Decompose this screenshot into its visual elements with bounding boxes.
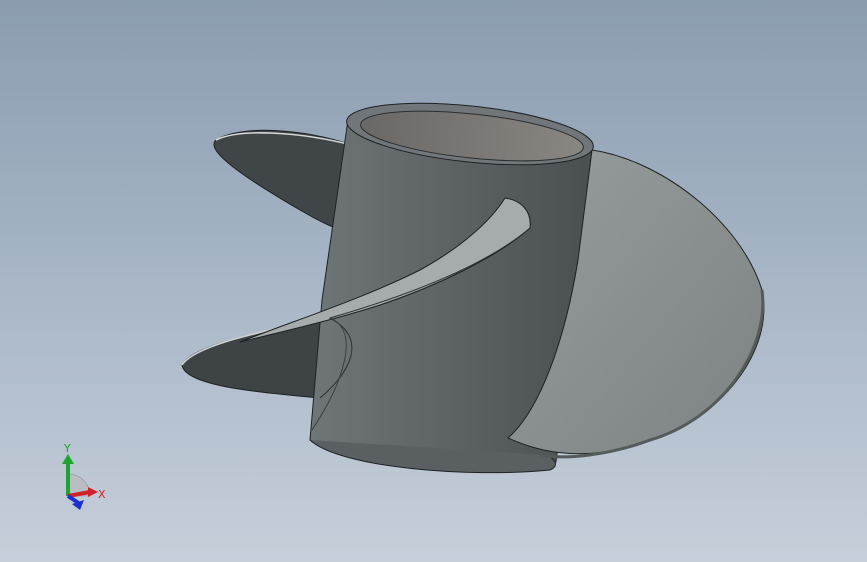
blade-upper-left [213,129,353,233]
x-axis-arrow [88,487,98,497]
propeller-model[interactable] [0,0,867,562]
blade-lower-left [181,317,331,399]
y-axis-label: Y [63,442,71,455]
axis-triad: Y X [62,442,106,510]
3d-viewport[interactable]: Y X [0,0,867,562]
y-axis-arrow [62,454,74,464]
x-axis-label: X [98,488,106,501]
